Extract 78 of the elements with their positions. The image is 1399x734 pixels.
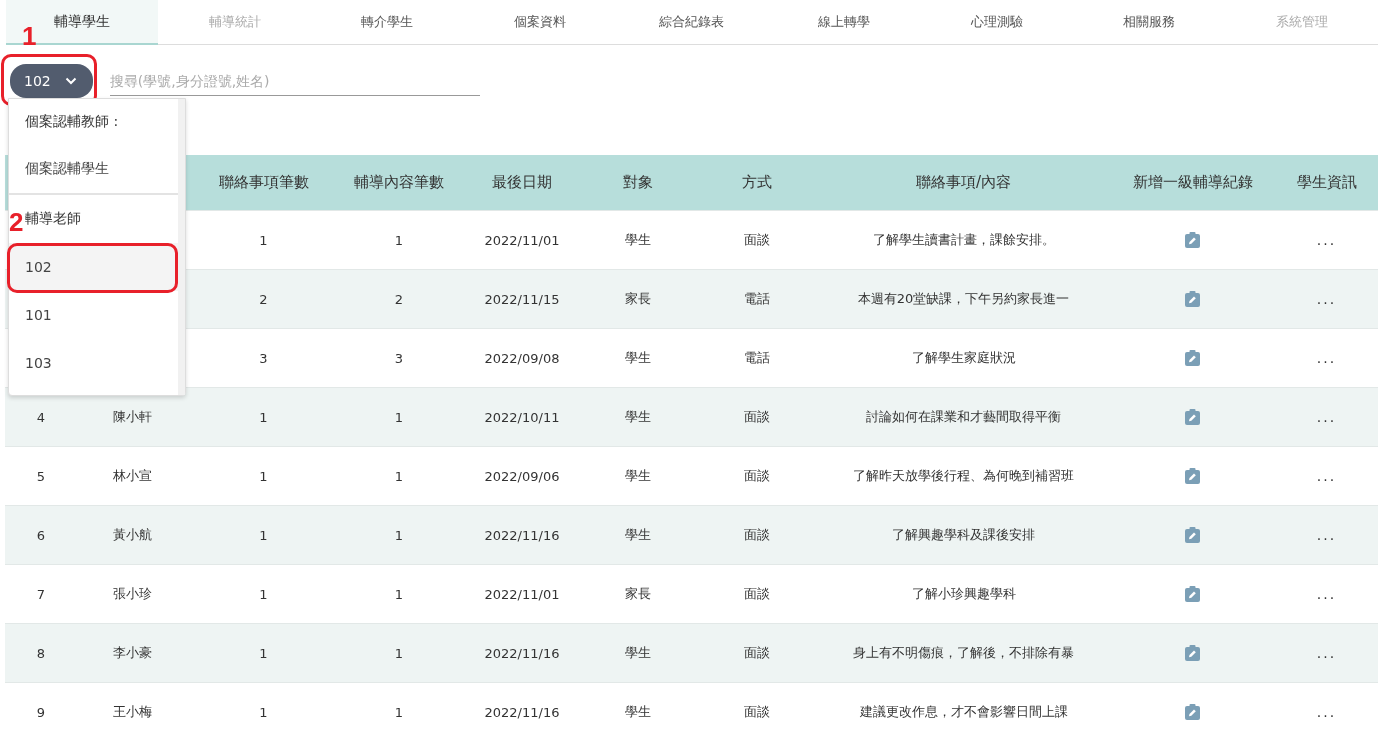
menu-option[interactable]: 101 [9,291,178,339]
nav-tab[interactable]: 綜合紀錄表 [615,0,769,45]
table-cell: 李小豪 [77,623,195,683]
table-cell: 2 [195,269,332,329]
table-cell: 面談 [697,505,817,565]
menu-option[interactable]: 個案認輔學生 [9,145,178,193]
table-cell: 身上有不明傷痕，了解後，不排除有暴 [817,623,1110,683]
table-cell: 討論如何在課業和才藝間取得平衡 [817,387,1110,447]
more-link[interactable]: ... [1316,586,1337,602]
menu-option[interactable]: 102 [9,243,178,291]
table-cell: 1 [195,505,332,565]
nav-tab[interactable]: 線上轉學 [768,0,921,45]
table-cell: 6 [5,505,77,565]
column-header: 新增一級輔導紀錄 [1132,173,1253,191]
column-header: 聯絡事項筆數 [218,173,309,191]
clipboard-edit-icon[interactable] [1185,409,1200,426]
clipboard-edit-icon[interactable] [1185,291,1200,308]
clipboard-edit-icon[interactable] [1185,527,1200,544]
clipboard-edit-icon[interactable] [1185,586,1200,603]
more-link[interactable]: ... [1316,468,1337,484]
table-cell: 1 [332,682,466,734]
chevron-icon [64,77,77,85]
more-link[interactable]: ... [1316,645,1337,661]
table-cell: 2 [332,269,466,329]
column-header: 學生資訊 [1296,173,1357,191]
table-cell: 面談 [697,682,817,734]
table-cell: 2022/11/16 [466,682,578,734]
more-link[interactable]: ... [1316,527,1337,543]
teacher-select[interactable]: 102 [10,64,93,98]
clipboard-edit-icon[interactable] [1185,468,1200,485]
table-cell: 1 [195,623,332,683]
nav-tab[interactable]: 相關服務 [1073,0,1226,45]
table-cell: 了解興趣學科及課後安排 [817,505,1110,565]
table-cell: 學生 [578,623,697,683]
column-header: 聯絡事項/內容 [915,173,1012,191]
table-cell: 1 [332,623,466,683]
table-cell: 1 [195,682,332,734]
nav-tab[interactable]: 轉介學生 [310,0,464,45]
table-cell: 王小梅 [77,682,195,734]
more-link[interactable]: ... [1316,409,1337,425]
table-cell: 1 [332,505,466,565]
table-cell: 面談 [697,623,817,683]
table-cell: 1 [195,387,332,447]
menu-group-label: 個案認輔教師 : [24,112,120,131]
table-cell: 學生 [578,505,697,565]
more-link[interactable]: ... [1316,232,1337,248]
clipboard-edit-icon[interactable] [1185,232,1200,249]
column-header: 輔導內容筆數 [354,173,444,191]
scrollbar[interactable] [178,99,185,395]
table-cell: 2022/10/11 [466,387,578,447]
table-cell: 2022/11/16 [466,505,578,565]
menu-option[interactable]: 103 [9,339,178,387]
search-field[interactable]: 搜尋(學號,身分證號,姓名) [109,66,480,96]
more-link[interactable]: ... [1316,350,1337,366]
table-cell: 建議更改作息，才不會影響日間上課 [817,682,1110,734]
table-cell: 2022/11/16 [466,623,578,683]
table-cell: 面談 [697,387,817,447]
table-cell: 家長 [578,269,697,329]
column-header: 最後日期 [492,173,552,191]
table-cell: 電話 [697,269,817,329]
table-cell: 本週有20堂缺課，下午另約家長進一 [817,269,1110,329]
annotation-number: 2 [9,209,24,235]
clipboard-edit-icon[interactable] [1185,645,1200,662]
nav-tab[interactable]: 個案資料 [463,0,616,45]
table-cell: 8 [5,623,77,683]
table-cell: 2022/11/15 [466,269,578,329]
table-cell: 1 [332,387,466,447]
more-link[interactable]: ... [1316,704,1337,720]
column-header: 對象 [622,173,653,191]
nav-tab[interactable]: 心理測驗 [920,0,1074,45]
table-cell: 學生 [578,682,697,734]
table-cell: 9 [5,682,77,734]
table-cell: 學生 [578,387,697,447]
clipboard-edit-icon[interactable] [1185,704,1200,721]
more-link[interactable]: ... [1316,291,1337,307]
clipboard-edit-icon[interactable] [1185,350,1200,367]
table-cell: 黃小航 [77,505,195,565]
column-header: 方式 [742,173,772,191]
